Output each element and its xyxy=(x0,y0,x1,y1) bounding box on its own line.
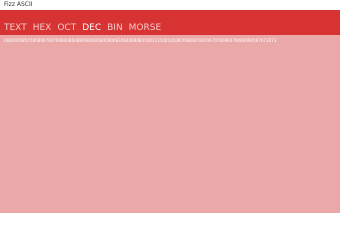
tab-oct[interactable]: OCT xyxy=(57,22,76,34)
title-bar: Fizz ASCII xyxy=(0,0,340,10)
tab-text[interactable]: TEXT xyxy=(4,22,27,34)
tab-dec[interactable]: DEC xyxy=(82,22,101,34)
output-text: 0840920850780890760790840860880980920840… xyxy=(4,38,277,43)
app-title: Fizz ASCII xyxy=(4,1,33,8)
header-bar: TEXT HEX OCT DEC BIN MORSE xyxy=(0,10,340,35)
output-panel: 0840920850780890760790840860880980920840… xyxy=(0,35,340,213)
tab-bin[interactable]: BIN xyxy=(107,22,123,34)
app-window: Fizz ASCII TEXT HEX OCT DEC BIN MORSE 08… xyxy=(0,0,340,213)
tab-hex[interactable]: HEX xyxy=(33,22,52,34)
tab-morse[interactable]: MORSE xyxy=(129,22,162,34)
tab-bar: TEXT HEX OCT DEC BIN MORSE xyxy=(4,22,161,34)
